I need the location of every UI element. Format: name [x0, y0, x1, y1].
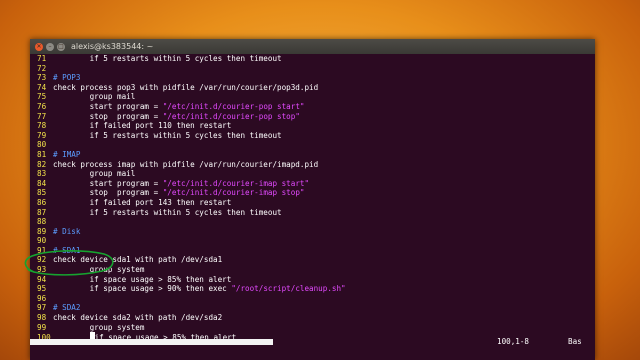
code-line: 83 group mail	[37, 169, 595, 179]
line-number: 94	[37, 274, 47, 284]
code-line: 93 group system	[37, 265, 595, 275]
code-text: check process imap with pidfile /var/run…	[53, 159, 319, 169]
code-line: 95 if space usage > 90% then exec "/root…	[37, 284, 595, 294]
close-icon[interactable]: ✕	[35, 42, 43, 51]
terminal-content[interactable]: 71 if 5 restarts within 5 cycles then ti…	[37, 54, 595, 360]
line-number: 90	[37, 236, 47, 246]
code-line: 72	[37, 64, 595, 74]
code-line: 89 # Disk	[37, 227, 595, 237]
line-number: 82	[37, 159, 47, 169]
line-number: 85	[37, 188, 47, 198]
code-line: 74 check process pop3 with pidfile /var/r…	[37, 83, 595, 93]
code-line: 81 # IMAP	[37, 150, 595, 160]
code-text: group mail	[53, 92, 136, 102]
code-comment: # POP3	[53, 73, 81, 83]
code-line: 97 # SDA2	[37, 303, 595, 313]
line-number: 96	[37, 293, 47, 303]
line-number: 84	[37, 178, 47, 188]
code-string: "/etc/init.d/courier-pop stop"	[162, 111, 300, 121]
cursor-position: 100,1-8	[497, 337, 530, 346]
code-text: check process pop3 with pidfile /var/run…	[53, 82, 319, 92]
code-text: check device sda1 with path /dev/sda1	[53, 255, 223, 265]
code-string: "/etc/init.d/courier-imap stop"	[162, 188, 305, 198]
window-title: alexis@ks383544: ~	[71, 42, 154, 51]
code-comment: # Disk	[53, 226, 81, 236]
code-line: 87 if 5 restarts within 5 cycles then ti…	[37, 208, 595, 218]
title-bar[interactable]: ✕ – □ alexis@ks383544: ~	[30, 39, 595, 54]
line-number: 76	[37, 101, 47, 111]
code-line: 80	[37, 140, 595, 150]
code-comment: # SDA2	[53, 303, 81, 313]
code-text: group system	[53, 322, 145, 332]
code-line: 82 check process imap with pidfile /var/r…	[37, 160, 595, 170]
line-number: 81	[37, 149, 47, 159]
code-line: 91 # SDA1	[37, 246, 595, 256]
terminal-window: ✕ – □ alexis@ks383544: ~ 71 if 5 restart…	[30, 39, 595, 360]
code-text: if failed port 143 then restart	[53, 197, 232, 207]
code-line: 88	[37, 217, 595, 227]
code-comment: # SDA1	[53, 245, 81, 255]
code-text: if space usage > 85% then alert	[53, 274, 232, 284]
code-text: start program =	[53, 178, 163, 188]
code-comment: # IMAP	[53, 149, 81, 159]
progress-bar	[30, 339, 273, 345]
line-number: 98	[37, 313, 47, 323]
code-text: if space usage > 90% then exec	[53, 284, 232, 294]
code-text: stop program =	[53, 188, 163, 198]
line-number: 95	[37, 284, 47, 294]
maximize-icon[interactable]: □	[57, 42, 65, 51]
code-line: 90	[37, 236, 595, 246]
code-line: 96	[37, 294, 595, 304]
code-line: 92 check device sda1 with path /dev/sda1	[37, 255, 595, 265]
code-line: 77 stop program = "/etc/init.d/courier-p…	[37, 112, 595, 122]
vim-status-bar: 100,1-8 Bas	[30, 337, 595, 347]
line-number: 88	[37, 217, 47, 227]
code-string: "/etc/init.d/courier-imap start"	[162, 178, 310, 188]
code-line: 78 if failed port 110 then restart	[37, 121, 595, 131]
line-number: 74	[37, 82, 47, 92]
line-number: 89	[37, 226, 47, 236]
code-line: 99 group system	[37, 323, 595, 333]
line-number: 97	[37, 303, 47, 313]
line-number: 86	[37, 197, 47, 207]
line-number: 93	[37, 265, 47, 275]
line-number: 99	[37, 322, 47, 332]
code-line: 85 stop program = "/etc/init.d/courier-i…	[37, 188, 595, 198]
code-line: 86 if failed port 143 then restart	[37, 198, 595, 208]
code-string: "/etc/init.d/courier-pop start"	[162, 101, 305, 111]
line-number: 91	[37, 245, 47, 255]
code-string: "/root/script/cleanup.sh"	[231, 284, 346, 294]
line-number: 72	[37, 63, 47, 73]
minimize-icon[interactable]: –	[46, 42, 54, 51]
line-number: 77	[37, 111, 47, 121]
code-text: if 5 restarts within 5 cycles then timeo…	[53, 130, 282, 140]
line-number: 75	[37, 92, 47, 102]
code-text: start program =	[53, 101, 163, 111]
code-line: 73 # POP3	[37, 73, 595, 83]
code-text: if 5 restarts within 5 cycles then timeo…	[53, 207, 282, 217]
line-number: 78	[37, 121, 47, 131]
code-line: 75 group mail	[37, 92, 595, 102]
code-text: group mail	[53, 169, 136, 179]
code-line: 84 start program = "/etc/init.d/courier-…	[37, 179, 595, 189]
code-text: group system	[53, 265, 145, 275]
code-line: 76 start program = "/etc/init.d/courier-…	[37, 102, 595, 112]
code-text: check device sda2 with path /dev/sda2	[53, 313, 223, 323]
code-line: 94 if space usage > 85% then alert	[37, 275, 595, 285]
line-number: 92	[37, 255, 47, 265]
code-text: if 5 restarts within 5 cycles then timeo…	[53, 54, 282, 63]
line-number: 83	[37, 169, 47, 179]
code-line: 71 if 5 restarts within 5 cycles then ti…	[37, 54, 595, 64]
code-line: 79 if 5 restarts within 5 cycles then ti…	[37, 131, 595, 141]
line-number: 73	[37, 73, 47, 83]
scroll-indicator: Bas	[568, 337, 582, 346]
line-number: 79	[37, 130, 47, 140]
line-number: 80	[37, 140, 47, 150]
code-line: 98 check device sda2 with path /dev/sda2	[37, 313, 595, 323]
line-number: 87	[37, 207, 47, 217]
line-number: 71	[37, 54, 47, 63]
code-text: if failed port 110 then restart	[53, 121, 232, 131]
code-text: stop program =	[53, 111, 163, 121]
